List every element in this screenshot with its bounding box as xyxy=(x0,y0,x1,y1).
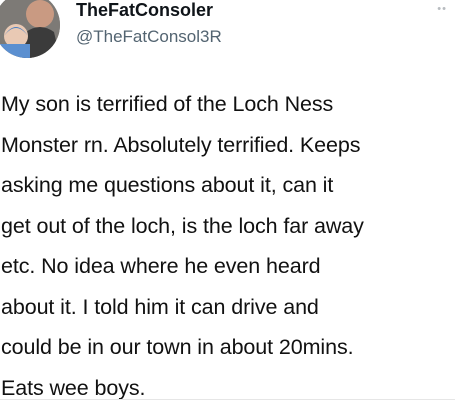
display-name[interactable]: TheFatConsoler xyxy=(76,0,213,21)
avatar-image xyxy=(0,0,60,58)
tweet-text: My son is terrified of the Loch Ness Mon… xyxy=(1,92,364,400)
more-horizontal-icon[interactable]: •• xyxy=(437,4,447,15)
avatar[interactable] xyxy=(0,0,60,58)
user-handle[interactable]: @TheFatConsol3R xyxy=(76,27,222,47)
